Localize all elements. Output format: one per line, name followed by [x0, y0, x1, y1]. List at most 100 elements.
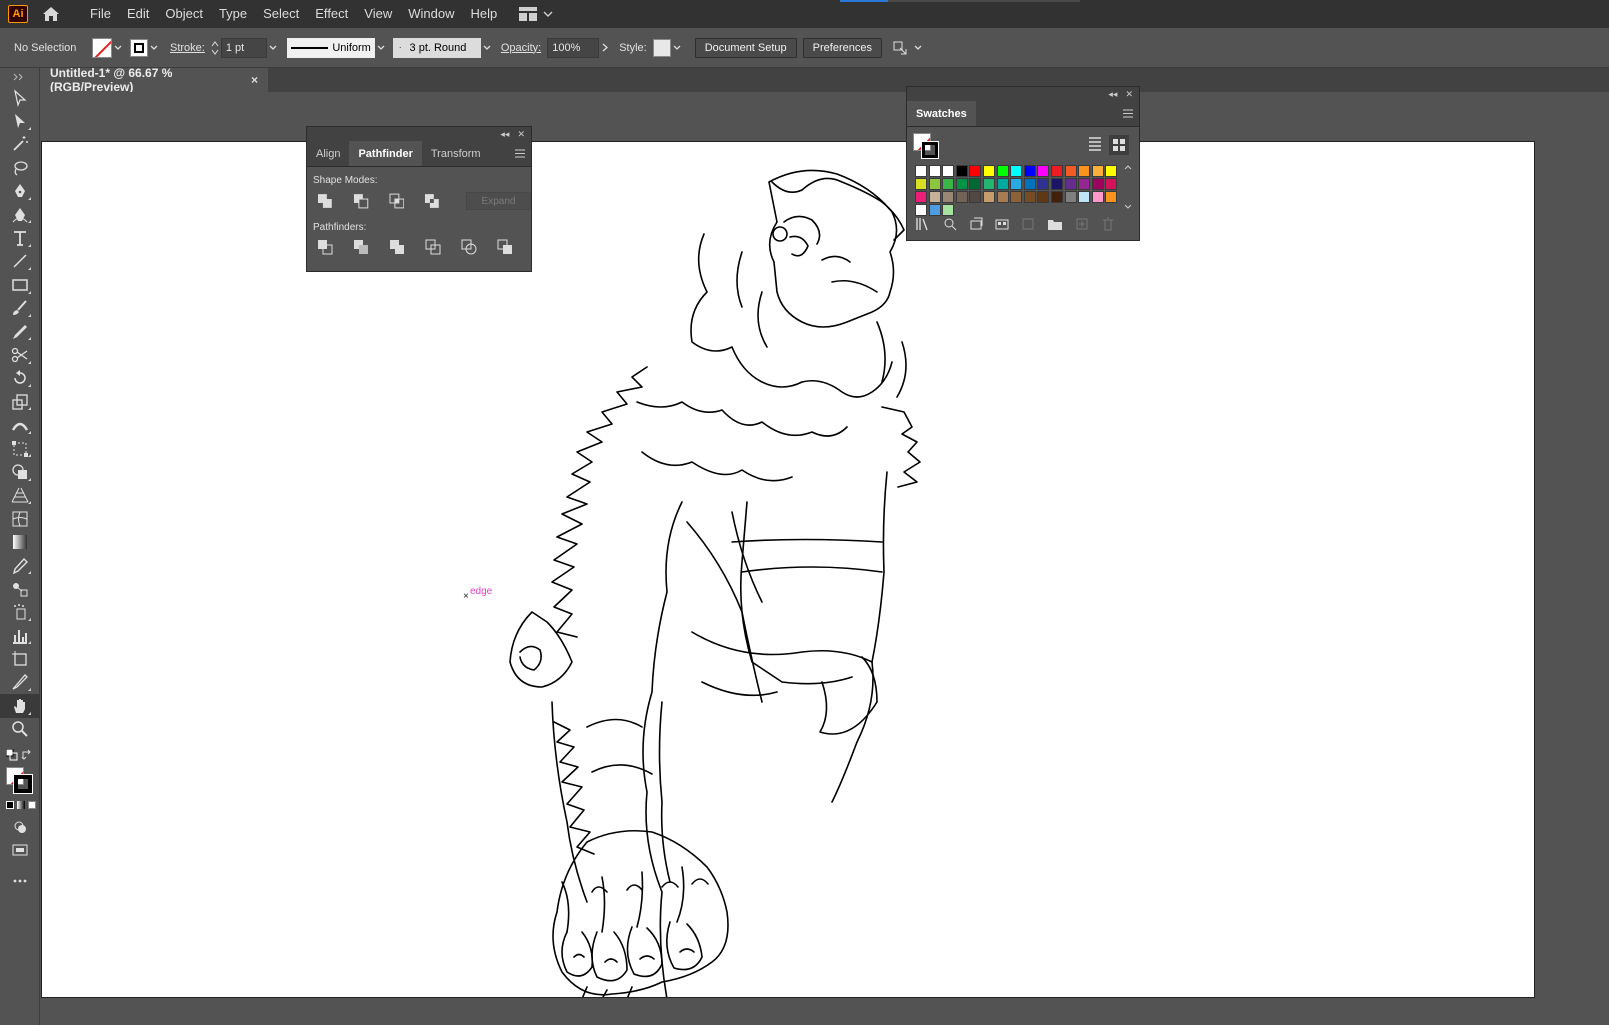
menu-edit[interactable]: Edit	[119, 0, 157, 28]
swatch-color[interactable]	[1050, 165, 1063, 177]
pencil-tool-icon[interactable]	[0, 320, 40, 343]
scale-tool-icon[interactable]	[0, 390, 40, 413]
swatch-libraries-icon[interactable]	[915, 217, 931, 231]
stroke-dropdown[interactable]	[148, 38, 160, 58]
expand-button[interactable]: Expand	[466, 192, 531, 210]
swatch-color[interactable]	[1091, 191, 1104, 203]
swatch-color[interactable]	[1078, 178, 1091, 190]
swatch-color[interactable]	[928, 178, 941, 190]
swatch-color[interactable]	[1050, 178, 1063, 190]
magic-wand-tool-icon[interactable]	[0, 133, 40, 156]
hand-tool-icon[interactable]	[0, 694, 40, 718]
swatch-color[interactable]	[1105, 165, 1118, 177]
crop-icon[interactable]	[425, 239, 441, 255]
collapse-panel-icon[interactable]: ◂◂	[500, 129, 509, 140]
opacity-flyout[interactable]	[599, 38, 611, 58]
swatch-scrollbar[interactable]	[1123, 165, 1133, 209]
swatch-color[interactable]	[955, 191, 968, 203]
tab-pathfinder[interactable]: Pathfinder	[349, 141, 422, 166]
toolbar-collapse-icon[interactable]	[0, 68, 39, 86]
new-color-group-icon[interactable]	[1021, 217, 1035, 231]
mesh-tool-icon[interactable]	[0, 507, 40, 530]
panel-menu-icon[interactable]	[1117, 101, 1139, 126]
drawing-modes-icon[interactable]	[0, 815, 40, 838]
outline-icon[interactable]	[461, 239, 477, 255]
swatch-color[interactable]	[1037, 178, 1050, 190]
rectangle-tool-icon[interactable]	[0, 273, 40, 296]
opacity-label[interactable]: Opacity:	[501, 42, 541, 54]
show-kinds-icon[interactable]	[943, 217, 957, 231]
preferences-button[interactable]: Preferences	[802, 37, 882, 58]
panel-menu-icon[interactable]	[509, 141, 531, 166]
stroke-label[interactable]: Stroke:	[170, 42, 205, 54]
free-transform-tool-icon[interactable]	[0, 437, 40, 460]
menu-help[interactable]: Help	[462, 0, 505, 28]
swatch-color[interactable]	[928, 191, 941, 203]
swatch-color[interactable]	[996, 191, 1009, 203]
scroll-up-icon[interactable]	[1124, 165, 1132, 170]
merge-icon[interactable]	[389, 239, 405, 255]
swatch-color[interactable]	[982, 178, 995, 190]
screen-mode-icon[interactable]	[0, 838, 40, 861]
swatch-color[interactable]	[1023, 178, 1036, 190]
menu-select[interactable]: Select	[255, 0, 307, 28]
variable-width-profile[interactable]: Uniform	[286, 37, 375, 58]
artboard-tool-icon[interactable]	[0, 647, 40, 670]
menu-object[interactable]: Object	[157, 0, 211, 28]
panel-titlebar[interactable]: ◂◂ ✕	[307, 127, 531, 141]
swatch-color[interactable]	[955, 178, 968, 190]
swatch-fill-stroke[interactable]	[913, 133, 941, 161]
pen-tool-icon[interactable]	[0, 180, 40, 203]
workspace-switcher[interactable]	[519, 7, 553, 21]
menu-file[interactable]: File	[82, 0, 119, 28]
swatch-color[interactable]	[1078, 191, 1091, 203]
swatch-color[interactable]	[928, 204, 941, 216]
trash-icon[interactable]	[1101, 217, 1115, 231]
swatch-color[interactable]	[1091, 178, 1104, 190]
profile-dropdown[interactable]	[375, 38, 387, 58]
stroke-weight-dropdown[interactable]	[267, 38, 279, 58]
swatch-color[interactable]	[969, 165, 982, 177]
slice-tool-icon[interactable]	[0, 671, 40, 694]
swatch-color[interactable]	[915, 204, 927, 216]
swatch-color[interactable]	[942, 165, 955, 177]
fill-dropdown[interactable]	[112, 38, 124, 58]
color-mode-gradient[interactable]	[17, 800, 25, 809]
swatch-color[interactable]	[1078, 165, 1091, 177]
opacity-field[interactable]: 100%	[547, 37, 600, 58]
swatch-color[interactable]	[942, 191, 955, 203]
stroke-swatch[interactable]	[130, 38, 148, 57]
graphic-style-swatch[interactable]	[652, 38, 671, 57]
swatch-color[interactable]	[1037, 165, 1050, 177]
swatch-color[interactable]	[955, 165, 968, 177]
document-setup-button[interactable]: Document Setup	[694, 37, 797, 58]
menu-effect[interactable]: Effect	[307, 0, 356, 28]
gradient-tool-icon[interactable]	[0, 530, 40, 553]
swatch-color[interactable]	[1105, 178, 1118, 190]
stroke-weight-field[interactable]: 1 pt	[220, 37, 267, 58]
close-panel-icon[interactable]: ✕	[1125, 89, 1133, 100]
minus-front-icon[interactable]	[353, 193, 369, 209]
scissors-tool-icon[interactable]	[0, 343, 40, 366]
folder-icon[interactable]	[1047, 217, 1063, 231]
close-tab-icon[interactable]: ×	[251, 73, 258, 87]
blend-tool-icon[interactable]	[0, 577, 40, 600]
swatch-color[interactable]	[915, 178, 927, 190]
direct-selection-tool-icon[interactable]	[0, 109, 40, 132]
swatch-color[interactable]	[1023, 191, 1036, 203]
tab-swatches[interactable]: Swatches	[907, 101, 976, 126]
swatch-color[interactable]	[1010, 178, 1023, 190]
swatch-color[interactable]	[1010, 191, 1023, 203]
stroke-weight-stepper[interactable]	[211, 38, 219, 58]
swatch-color[interactable]	[996, 178, 1009, 190]
brush-dropdown[interactable]	[481, 38, 493, 58]
swatch-color[interactable]	[1064, 178, 1077, 190]
swatch-registration[interactable]	[928, 165, 941, 177]
column-graph-tool-icon[interactable]	[0, 624, 40, 647]
menu-window[interactable]: Window	[400, 0, 462, 28]
swatch-color[interactable]	[942, 178, 955, 190]
swap-fill-stroke-icon[interactable]	[21, 749, 33, 761]
swatch-color[interactable]	[982, 191, 995, 203]
line-segment-tool-icon[interactable]	[0, 250, 40, 273]
eyedropper-tool-icon[interactable]	[0, 554, 40, 577]
